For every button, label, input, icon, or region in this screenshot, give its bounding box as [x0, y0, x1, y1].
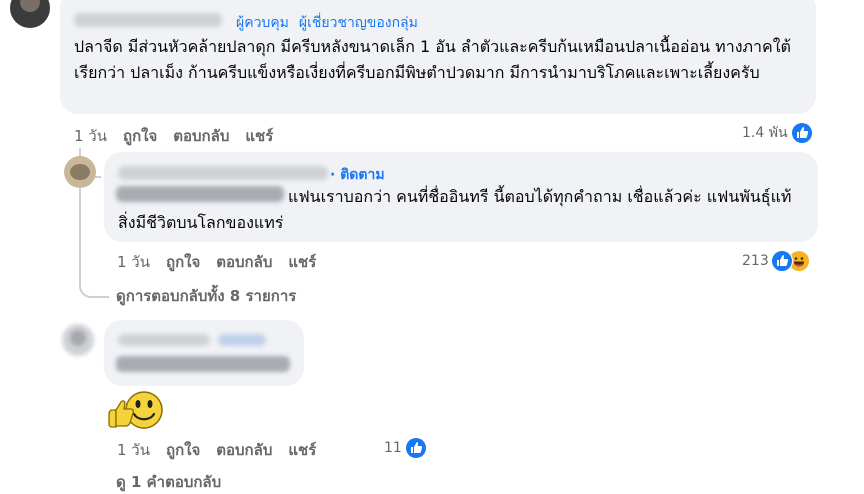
- thread-line-to-view-replies: [79, 270, 109, 298]
- comment-3-mention-blurred[interactable]: [116, 356, 290, 372]
- comment-3-reactions[interactable]: 11: [384, 438, 426, 458]
- comment-2-reaction-count: 213: [742, 253, 769, 269]
- comment-1-actions: 1 วัน ถูกใจ ตอบกลับ แชร์: [74, 124, 273, 148]
- comment-3-like-button[interactable]: ถูกใจ: [166, 438, 200, 462]
- like-icon: [770, 250, 793, 272]
- comment-3-actions: 1 วัน ถูกใจ ตอบกลับ แชร์: [117, 438, 316, 462]
- commenter-3-avatar[interactable]: [62, 324, 94, 356]
- comment-3-reply-button[interactable]: ตอบกลับ: [216, 438, 272, 462]
- comment-1-reactions[interactable]: 1.4 พัน: [742, 122, 812, 144]
- comment-1-time[interactable]: 1 วัน: [74, 124, 107, 148]
- commenter-3-badge-blurred[interactable]: [218, 334, 266, 346]
- comment-1-share-button[interactable]: แชร์: [245, 124, 273, 148]
- comment-3-share-button[interactable]: แชร์: [288, 438, 316, 462]
- commenter-2-avatar[interactable]: [64, 156, 96, 188]
- follow-link[interactable]: · ติดตาม: [330, 164, 385, 186]
- like-icon: [405, 438, 426, 458]
- comment-2-actions: 1 วัน ถูกใจ ตอบกลับ แชร์: [117, 250, 316, 274]
- comment-3-reaction-count: 11: [384, 440, 402, 456]
- like-icon: [791, 123, 812, 143]
- comment-2-reactions[interactable]: 213: [742, 250, 809, 272]
- commenter-1-name-blurred[interactable]: [74, 13, 222, 27]
- comment-2-reply-button[interactable]: ตอบกลับ: [216, 250, 272, 274]
- comment-2-like-button[interactable]: ถูกใจ: [166, 250, 200, 274]
- view-replies-link[interactable]: ดูการตอบกลับทั้ง 8 รายการ: [116, 284, 296, 308]
- comment-2-time[interactable]: 1 วัน: [117, 250, 150, 274]
- comment-1-like-button[interactable]: ถูกใจ: [123, 124, 157, 148]
- comment-1-reply-button[interactable]: ตอบกลับ: [173, 124, 229, 148]
- moderator-badge[interactable]: ผู้ควบคุม: [236, 12, 289, 34]
- group-expert-badge[interactable]: ผู้เชี่ยวชาญของกลุ่ม: [299, 12, 418, 34]
- commenter-3-name-blurred[interactable]: [118, 334, 210, 346]
- comment-2-text: แฟนเราบอกว่า คนที่ชื่ออินทรี นี้ตอบได้ทุ…: [118, 187, 792, 232]
- comment-1-text: ปลาจีด มีส่วนหัวคล้ายปลาดุก มีครีบหลังขน…: [74, 37, 791, 82]
- comment-1-badges: ผู้ควบคุม ผู้เชี่ยวชาญของกลุ่ม: [236, 12, 418, 34]
- comment-3-time[interactable]: 1 วัน: [117, 438, 150, 462]
- commenter-1-avatar[interactable]: [10, 0, 50, 28]
- comment-2-share-button[interactable]: แชร์: [288, 250, 316, 274]
- comment-1-reaction-count: 1.4 พัน: [742, 125, 788, 141]
- thumbs-up-smiley-sticker: [106, 390, 164, 432]
- more-replies-link[interactable]: ดู 1 คำตอบกลับ: [116, 470, 221, 494]
- comment-3-bubble: [104, 320, 304, 386]
- commenter-2-name-blurred[interactable]: [118, 166, 328, 180]
